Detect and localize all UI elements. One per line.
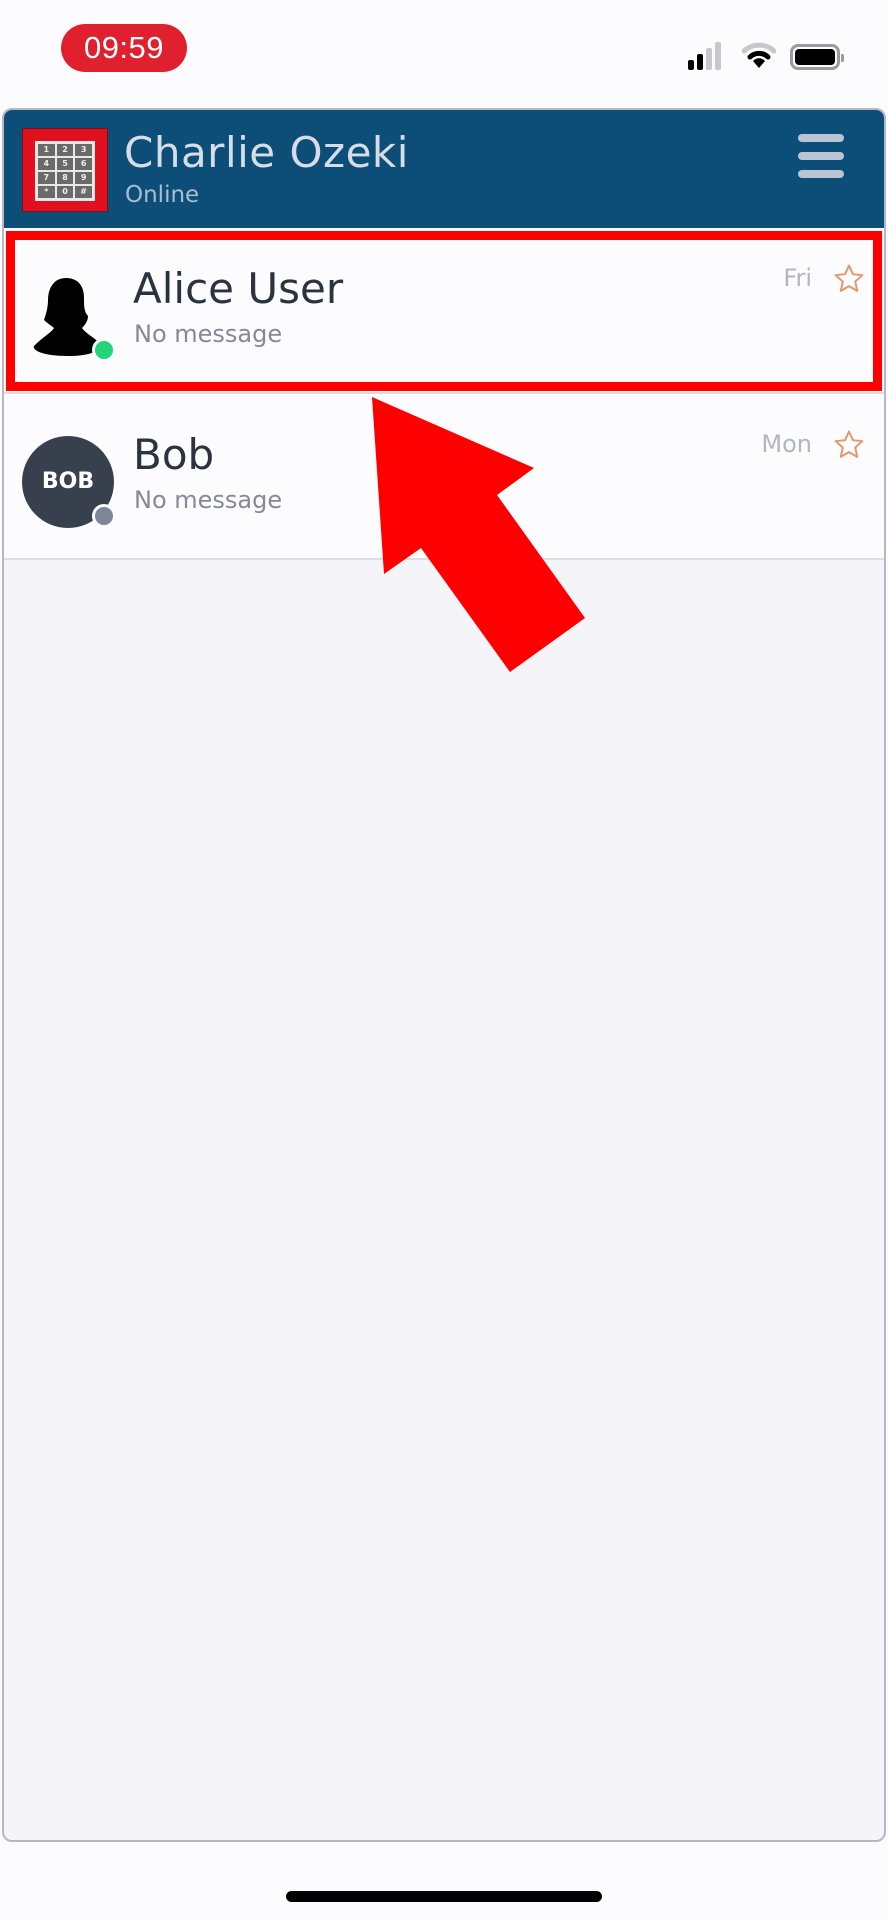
hamburger-menu-icon[interactable] xyxy=(798,134,846,178)
contact-last-message: No message xyxy=(134,486,283,514)
logo-key: 1 xyxy=(38,144,55,156)
user-status: Online xyxy=(125,182,200,208)
contact-time: Fri xyxy=(783,264,812,292)
contact-name: Alice User xyxy=(133,264,344,313)
home-indicator[interactable] xyxy=(286,1891,602,1902)
status-bar: 09:59 xyxy=(0,0,888,100)
contact-item-alice[interactable]: Alice User No message Fri xyxy=(4,228,884,394)
avatar xyxy=(22,270,116,362)
logo-key: 6 xyxy=(75,158,92,170)
favorite-star-icon[interactable] xyxy=(832,262,866,296)
logo-key: 7 xyxy=(38,172,55,184)
logo-key: * xyxy=(38,186,55,198)
logo-key: 9 xyxy=(75,172,92,184)
logo-key: 4 xyxy=(38,158,55,170)
app-header: 1 2 3 4 5 6 7 8 9 * 0 # Charlie Ozeki Online xyxy=(4,110,884,228)
contact-time: Mon xyxy=(761,430,812,458)
contact-last-message: No message xyxy=(134,320,283,348)
contact-item-bob[interactable]: BOB Bob No message Mon xyxy=(4,394,884,560)
favorite-star-icon[interactable] xyxy=(832,428,866,462)
cellular-signal-icon xyxy=(688,42,728,70)
presence-offline-indicator xyxy=(92,504,116,528)
contact-name: Bob xyxy=(133,430,215,479)
wifi-icon xyxy=(742,42,776,68)
user-name: Charlie Ozeki xyxy=(124,128,409,177)
avatar: BOB xyxy=(22,436,116,528)
keypad-logo-icon[interactable]: 1 2 3 4 5 6 7 8 9 * 0 # xyxy=(22,128,108,212)
logo-key: # xyxy=(75,186,92,198)
battery-icon xyxy=(790,44,844,70)
logo-key: 8 xyxy=(56,172,74,184)
logo-key: 3 xyxy=(75,144,92,156)
logo-key: 2 xyxy=(56,144,74,156)
logo-key: 0 xyxy=(56,186,74,198)
presence-online-indicator xyxy=(92,338,116,362)
logo-key: 5 xyxy=(56,158,74,170)
status-time: 09:59 xyxy=(61,24,187,72)
app-window: 1 2 3 4 5 6 7 8 9 * 0 # Charlie Ozeki Online Alice … xyxy=(2,108,886,1842)
